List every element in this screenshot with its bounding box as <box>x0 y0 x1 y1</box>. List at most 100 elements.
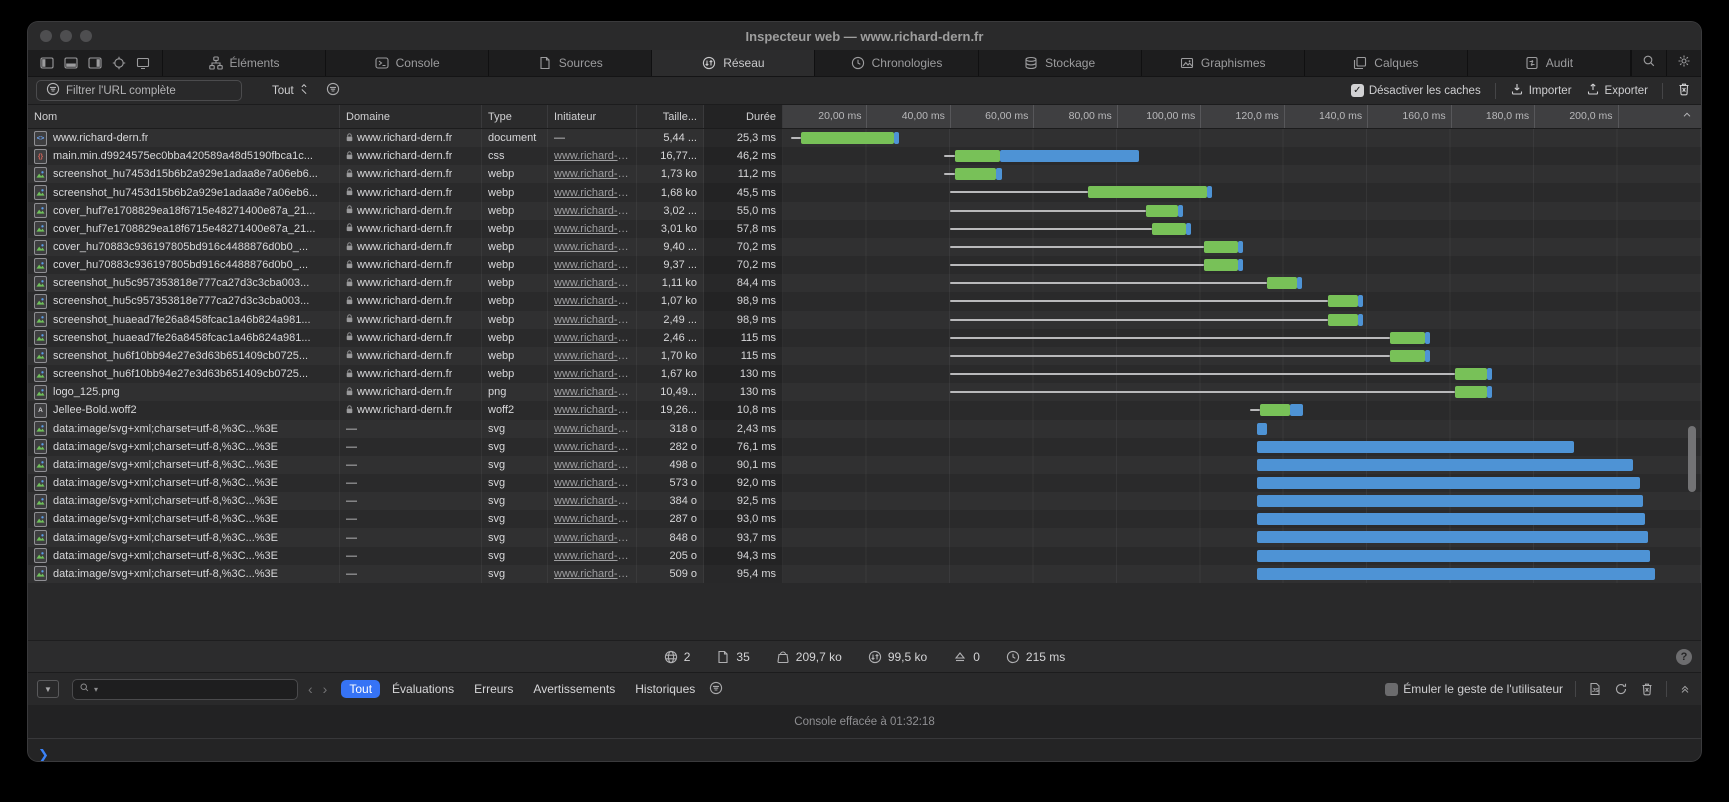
network-icon <box>868 650 882 664</box>
table-row[interactable]: data:image/svg+xml;charset=utf-8,%3C...%… <box>28 510 1701 528</box>
table-row[interactable]: AJellee-Bold.woff2www.richard-dern.frwof… <box>28 401 1701 419</box>
console-search-input[interactable]: ▾ <box>72 679 298 700</box>
initiator-link[interactable]: www.richard-d... <box>554 168 630 180</box>
initiator-link[interactable]: www.richard-d... <box>554 314 630 326</box>
table-row[interactable]: screenshot_huaead7fe26a8458fcac1a46b824a… <box>28 311 1701 329</box>
console-scope-avertissements[interactable]: Avertissements <box>525 680 623 698</box>
initiator-link[interactable]: www.richard-d... <box>554 277 630 289</box>
dock-bottom-icon[interactable] <box>64 56 78 70</box>
table-row[interactable]: cover_huf7e1708829ea18f6715e48271400e87a… <box>28 220 1701 238</box>
tab-calques[interactable]: Calques <box>1305 50 1468 76</box>
search-button[interactable] <box>1631 50 1666 76</box>
table-row[interactable]: data:image/svg+xml;charset=utf-8,%3C...%… <box>28 528 1701 546</box>
table-row[interactable]: screenshot_hu7453d15b6b2a929e1adaa8e7a06… <box>28 165 1701 183</box>
table-row[interactable]: cover_hu70883c936197805bd916c4488876d0b0… <box>28 238 1701 256</box>
emulate-gesture-checkbox[interactable]: Émuler le geste de l'utilisateur <box>1385 682 1563 696</box>
device-icon[interactable] <box>136 56 150 70</box>
table-row[interactable]: {}main.min.d9924575ec0bba420589a48d5190f… <box>28 147 1701 165</box>
tab-sources[interactable]: Sources <box>489 50 652 76</box>
resource-type-dropdown[interactable]: Tout <box>272 83 310 98</box>
tab-reseau[interactable]: Réseau <box>652 50 815 76</box>
next-result-button[interactable]: › <box>319 681 332 697</box>
table-row[interactable]: logo_125.pngwww.richard-dern.frpngwww.ri… <box>28 383 1701 401</box>
tab-audit[interactable]: Audit <box>1468 50 1631 76</box>
chevron-up-icon[interactable] <box>1681 109 1693 124</box>
reload-icon[interactable] <box>1614 682 1628 696</box>
initiator-link[interactable]: www.richard-d... <box>554 459 630 471</box>
table-row[interactable]: cover_hu70883c936197805bd916c4488876d0b0… <box>28 256 1701 274</box>
initiator-link[interactable]: www.richard-d... <box>554 550 630 562</box>
column-header-domain[interactable]: Domaine <box>340 105 482 128</box>
table-row[interactable]: cover_huf7e1708829ea18f6715e48271400e87a… <box>28 202 1701 220</box>
column-header-name[interactable]: Nom <box>28 105 340 128</box>
settings-button[interactable] <box>1666 50 1701 76</box>
console-scope-historiques[interactable]: Historiques <box>627 680 703 698</box>
column-header-duration[interactable]: Durée <box>704 105 783 128</box>
table-row[interactable]: data:image/svg+xml;charset=utf-8,%3C...%… <box>28 547 1701 565</box>
initiator-link[interactable]: www.richard-d... <box>554 495 630 507</box>
console-scope-evaluations[interactable]: Évaluations <box>384 680 462 698</box>
console-prompt-row[interactable]: ❯ <box>28 738 1701 761</box>
tab-elements[interactable]: Éléments <box>163 50 326 76</box>
tab-chronologies[interactable]: Chronologies <box>815 50 978 76</box>
tab-stockage[interactable]: Stockage <box>979 50 1142 76</box>
initiator-link[interactable]: www.richard-d... <box>554 423 630 435</box>
initiator-link[interactable]: www.richard-d... <box>554 259 630 271</box>
console-filter-button[interactable] <box>709 681 723 698</box>
console-scope-tout[interactable]: Tout <box>341 680 380 698</box>
filter-options-button[interactable] <box>326 82 340 99</box>
initiator-link[interactable]: www.richard-d... <box>554 205 630 217</box>
table-row[interactable]: screenshot_hu7453d15b6b2a929e1adaa8e7a06… <box>28 183 1701 201</box>
initiator-link[interactable]: www.richard-d... <box>554 513 630 525</box>
clear-network-button[interactable] <box>1677 82 1691 99</box>
initiator-link[interactable]: www.richard-d... <box>554 477 630 489</box>
tab-graphismes[interactable]: Graphismes <box>1142 50 1305 76</box>
column-header-initiator[interactable]: Initiateur <box>548 105 637 128</box>
initiator-link[interactable]: www.richard-d... <box>554 187 630 199</box>
console-mode-button[interactable]: ▼ <box>37 680 59 698</box>
disable-caches-checkbox[interactable]: ✓ Désactiver les caches <box>1351 84 1481 97</box>
dock-right-icon[interactable] <box>88 56 102 70</box>
table-row[interactable]: data:image/svg+xml;charset=utf-8,%3C...%… <box>28 474 1701 492</box>
initiator-link[interactable]: www.richard-d... <box>554 350 630 362</box>
table-row[interactable]: screenshot_hu5c957353818e777ca27d3c3cba0… <box>28 292 1701 310</box>
initiator-link[interactable]: www.richard-d... <box>554 150 630 162</box>
initiator-link[interactable]: www.richard-d... <box>554 441 630 453</box>
dock-left-icon[interactable] <box>40 56 54 70</box>
element-picker-icon[interactable] <box>112 56 126 70</box>
initiator-link[interactable]: www.richard-d... <box>554 332 630 344</box>
js-context-icon[interactable]: JS <box>1588 682 1602 696</box>
initiator-link[interactable]: www.richard-d... <box>554 532 630 544</box>
table-row[interactable]: data:image/svg+xml;charset=utf-8,%3C...%… <box>28 492 1701 510</box>
tab-console[interactable]: Console <box>326 50 489 76</box>
table-row[interactable]: screenshot_huaead7fe26a8458fcac1a46b824a… <box>28 329 1701 347</box>
column-header-size[interactable]: Taille... <box>637 105 704 128</box>
initiator-link[interactable]: www.richard-d... <box>554 295 630 307</box>
table-row[interactable]: <>www.richard-dern.frwww.richard-dern.fr… <box>28 129 1701 147</box>
url-filter-input[interactable]: Filtrer l'URL complète <box>36 80 242 101</box>
waterfall-transfer-bar <box>1000 150 1139 162</box>
table-row[interactable]: data:image/svg+xml;charset=utf-8,%3C...%… <box>28 456 1701 474</box>
import-button[interactable]: Importer <box>1510 82 1572 99</box>
vertical-scrollbar[interactable] <box>1688 426 1696 492</box>
double-chevron-up-icon[interactable] <box>1679 683 1691 695</box>
table-row[interactable]: data:image/svg+xml;charset=utf-8,%3C...%… <box>28 420 1701 438</box>
initiator-link[interactable]: www.richard-d... <box>554 223 630 235</box>
initiator-link[interactable]: www.richard-d... <box>554 368 630 380</box>
trash-icon[interactable] <box>1640 682 1654 696</box>
lock-icon <box>346 242 353 253</box>
table-row[interactable]: data:image/svg+xml;charset=utf-8,%3C...%… <box>28 565 1701 583</box>
help-button[interactable]: ? <box>1676 649 1692 665</box>
initiator-link[interactable]: www.richard-d... <box>554 404 630 416</box>
column-header-type[interactable]: Type <box>482 105 548 128</box>
export-button[interactable]: Exporter <box>1586 82 1648 99</box>
table-row[interactable]: screenshot_hu5c957353818e777ca27d3c3cba0… <box>28 274 1701 292</box>
initiator-link[interactable]: www.richard-d... <box>554 568 630 580</box>
previous-result-button[interactable]: ‹ <box>304 681 317 697</box>
table-row[interactable]: data:image/svg+xml;charset=utf-8,%3C...%… <box>28 438 1701 456</box>
initiator-link[interactable]: www.richard-d... <box>554 241 630 253</box>
initiator-link[interactable]: www.richard-d... <box>554 386 630 398</box>
table-row[interactable]: screenshot_hu6f10bb94e27e3d63b651409cb07… <box>28 365 1701 383</box>
console-scope-erreurs[interactable]: Erreurs <box>466 680 521 698</box>
table-row[interactable]: screenshot_hu6f10bb94e27e3d63b651409cb07… <box>28 347 1701 365</box>
